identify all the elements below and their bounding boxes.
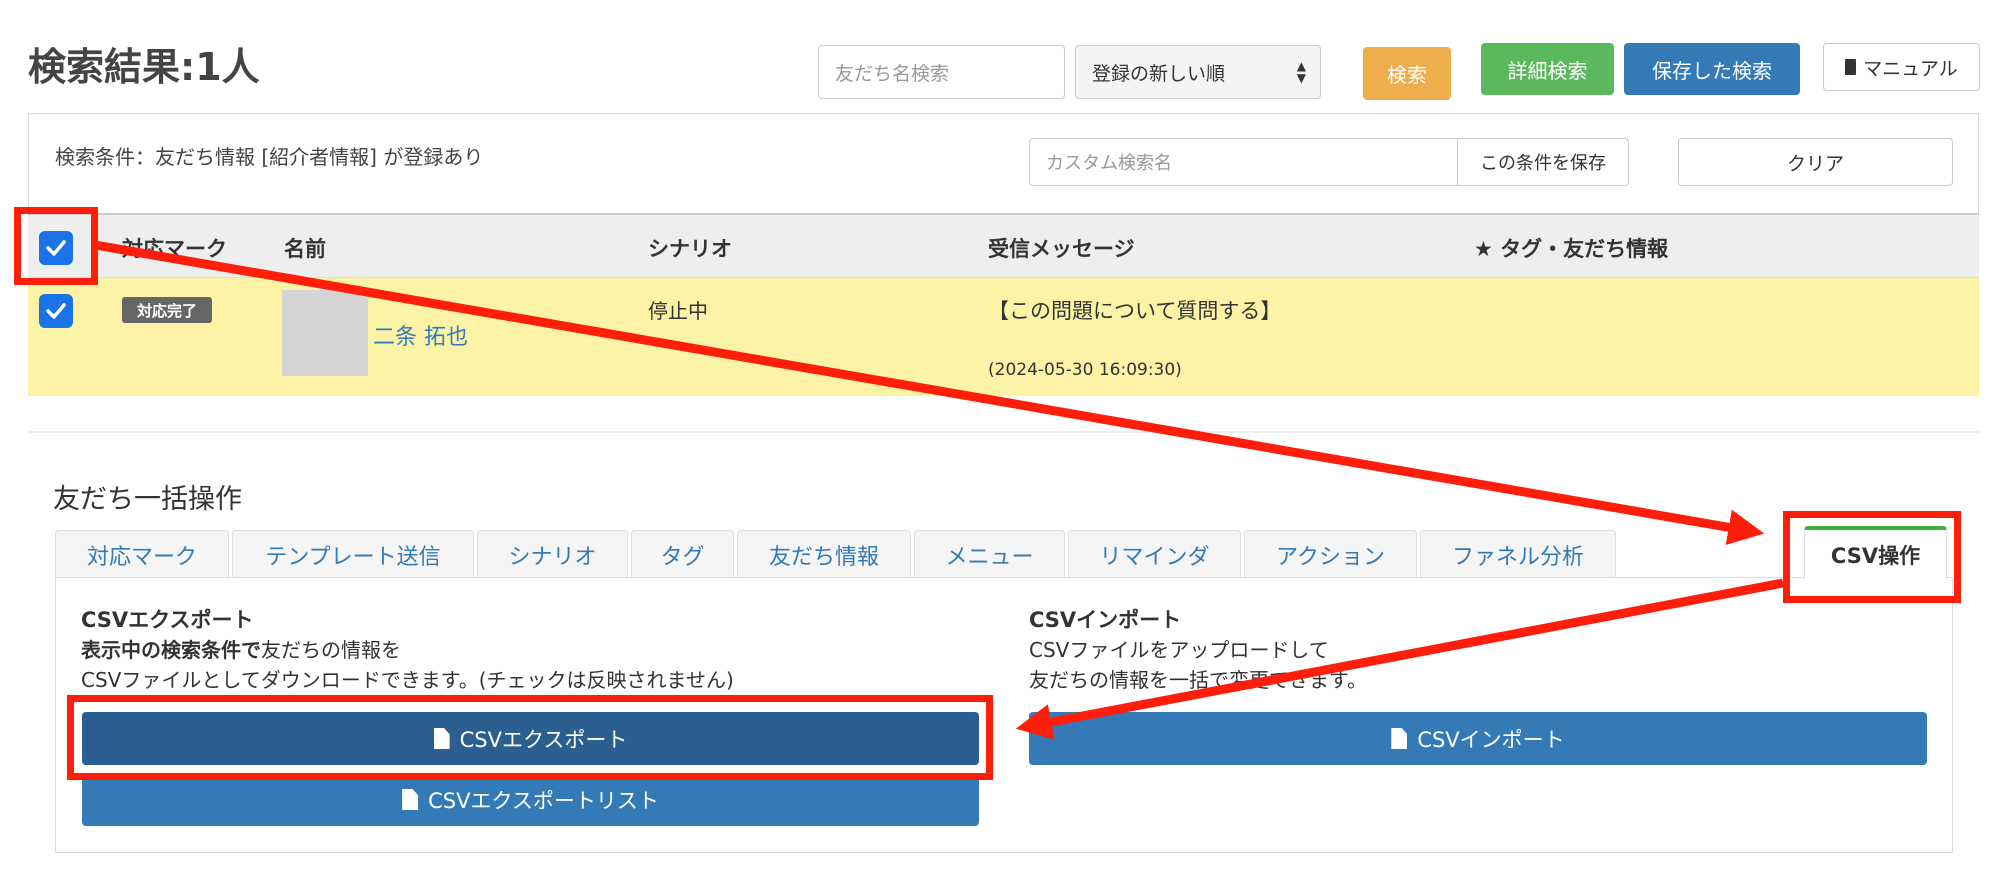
tab-mark[interactable]: 対応マーク <box>55 530 229 578</box>
manual-label: マニュアル <box>1863 57 1958 80</box>
tab-menu[interactable]: メニュー <box>914 530 1065 578</box>
tab-tag[interactable]: タグ <box>631 530 734 578</box>
column-header-mark: 対応マーク <box>122 237 227 261</box>
tab-reminder[interactable]: リマインダ <box>1068 530 1241 578</box>
manual-button[interactable]: マニュアル <box>1823 43 1980 91</box>
tab-scenario[interactable]: シナリオ <box>477 530 628 578</box>
file-export-icon <box>402 789 419 810</box>
csv-import-button[interactable]: CSVインポート <box>1029 712 1927 765</box>
friend-name-link[interactable]: 二条 拓也 <box>373 319 468 351</box>
tab-csv[interactable]: CSV操作 <box>1804 526 1947 579</box>
select-arrows-icon: ▲ ▼ <box>1296 59 1306 85</box>
annotation-box-csv-export <box>67 695 993 780</box>
file-import-icon <box>1391 728 1408 749</box>
csv-export-desc-bold: 表示中の検索条件で <box>81 638 261 662</box>
search-button[interactable]: 検索 <box>1363 47 1451 100</box>
received-message: 【この問題について質問する】 <box>988 299 1282 323</box>
custom-search-name-input[interactable]: カスタム検索名 <box>1029 138 1458 186</box>
friend-name-search-input[interactable]: 友だち名検索 <box>818 45 1065 99</box>
csv-export-description-line2: CSVファイルとしてダウンロードできます。(チェックは反映されません) <box>81 668 734 692</box>
csv-export-title: CSVエクスポート <box>81 608 254 632</box>
book-icon <box>1845 59 1857 75</box>
csv-import-description-line1: CSVファイルをアップロードして <box>1029 638 1329 662</box>
csv-export-description: 表示中の検索条件で友だちの情報を <box>81 634 401 663</box>
csv-export-desc-rest: 友だちの情報を <box>261 638 401 662</box>
custom-search-placeholder: カスタム検索名 <box>1046 153 1172 174</box>
csv-export-list-button[interactable]: CSVエクスポートリスト <box>82 773 979 826</box>
check-icon <box>46 303 66 319</box>
tab-friend-info[interactable]: 友だち情報 <box>737 530 911 578</box>
column-header-tags: ★ タグ・友だち情報 <box>1474 237 1669 261</box>
clear-button[interactable]: クリア <box>1678 138 1953 186</box>
csv-import-title: CSVインポート <box>1029 608 1182 632</box>
saved-search-button[interactable]: 保存した検索 <box>1624 43 1800 95</box>
bulk-operations-title: 友だち一括操作 <box>53 484 242 515</box>
save-condition-button[interactable]: この条件を保存 <box>1457 138 1629 186</box>
tab-action[interactable]: アクション <box>1244 530 1417 578</box>
scenario-status: 停止中 <box>648 299 708 323</box>
search-condition-text: 検索条件：友だち情報 [紹介者情報] が登録あり <box>55 145 484 169</box>
advanced-search-button[interactable]: 詳細検索 <box>1481 43 1614 95</box>
tab-template-send[interactable]: テンプレート送信 <box>232 530 474 578</box>
csv-export-list-label: CSVエクスポートリスト <box>428 788 659 813</box>
sort-selected-value: 登録の新しい順 <box>1092 62 1226 85</box>
csv-import-label: CSVインポート <box>1417 727 1565 752</box>
column-header-scenario: シナリオ <box>648 237 732 261</box>
divider <box>28 431 1979 433</box>
message-timestamp: (2024-05-30 16:09:30) <box>988 360 1182 380</box>
row-checkbox[interactable] <box>39 294 73 328</box>
status-badge: 対応完了 <box>122 297 212 323</box>
column-header-message: 受信メッセージ <box>988 237 1135 261</box>
csv-import-description-line2: 友だちの情報を一括で変更できます。 <box>1029 668 1367 692</box>
search-placeholder: 友だち名検索 <box>835 62 950 85</box>
tab-funnel-analysis[interactable]: ファネル分析 <box>1420 530 1616 578</box>
page-title: 検索結果:1人 <box>28 45 260 89</box>
sort-select[interactable]: 登録の新しい順 ▲ ▼ <box>1075 45 1321 99</box>
avatar <box>282 290 368 376</box>
column-header-name: 名前 <box>284 237 326 261</box>
annotation-box-select-all <box>14 207 98 285</box>
